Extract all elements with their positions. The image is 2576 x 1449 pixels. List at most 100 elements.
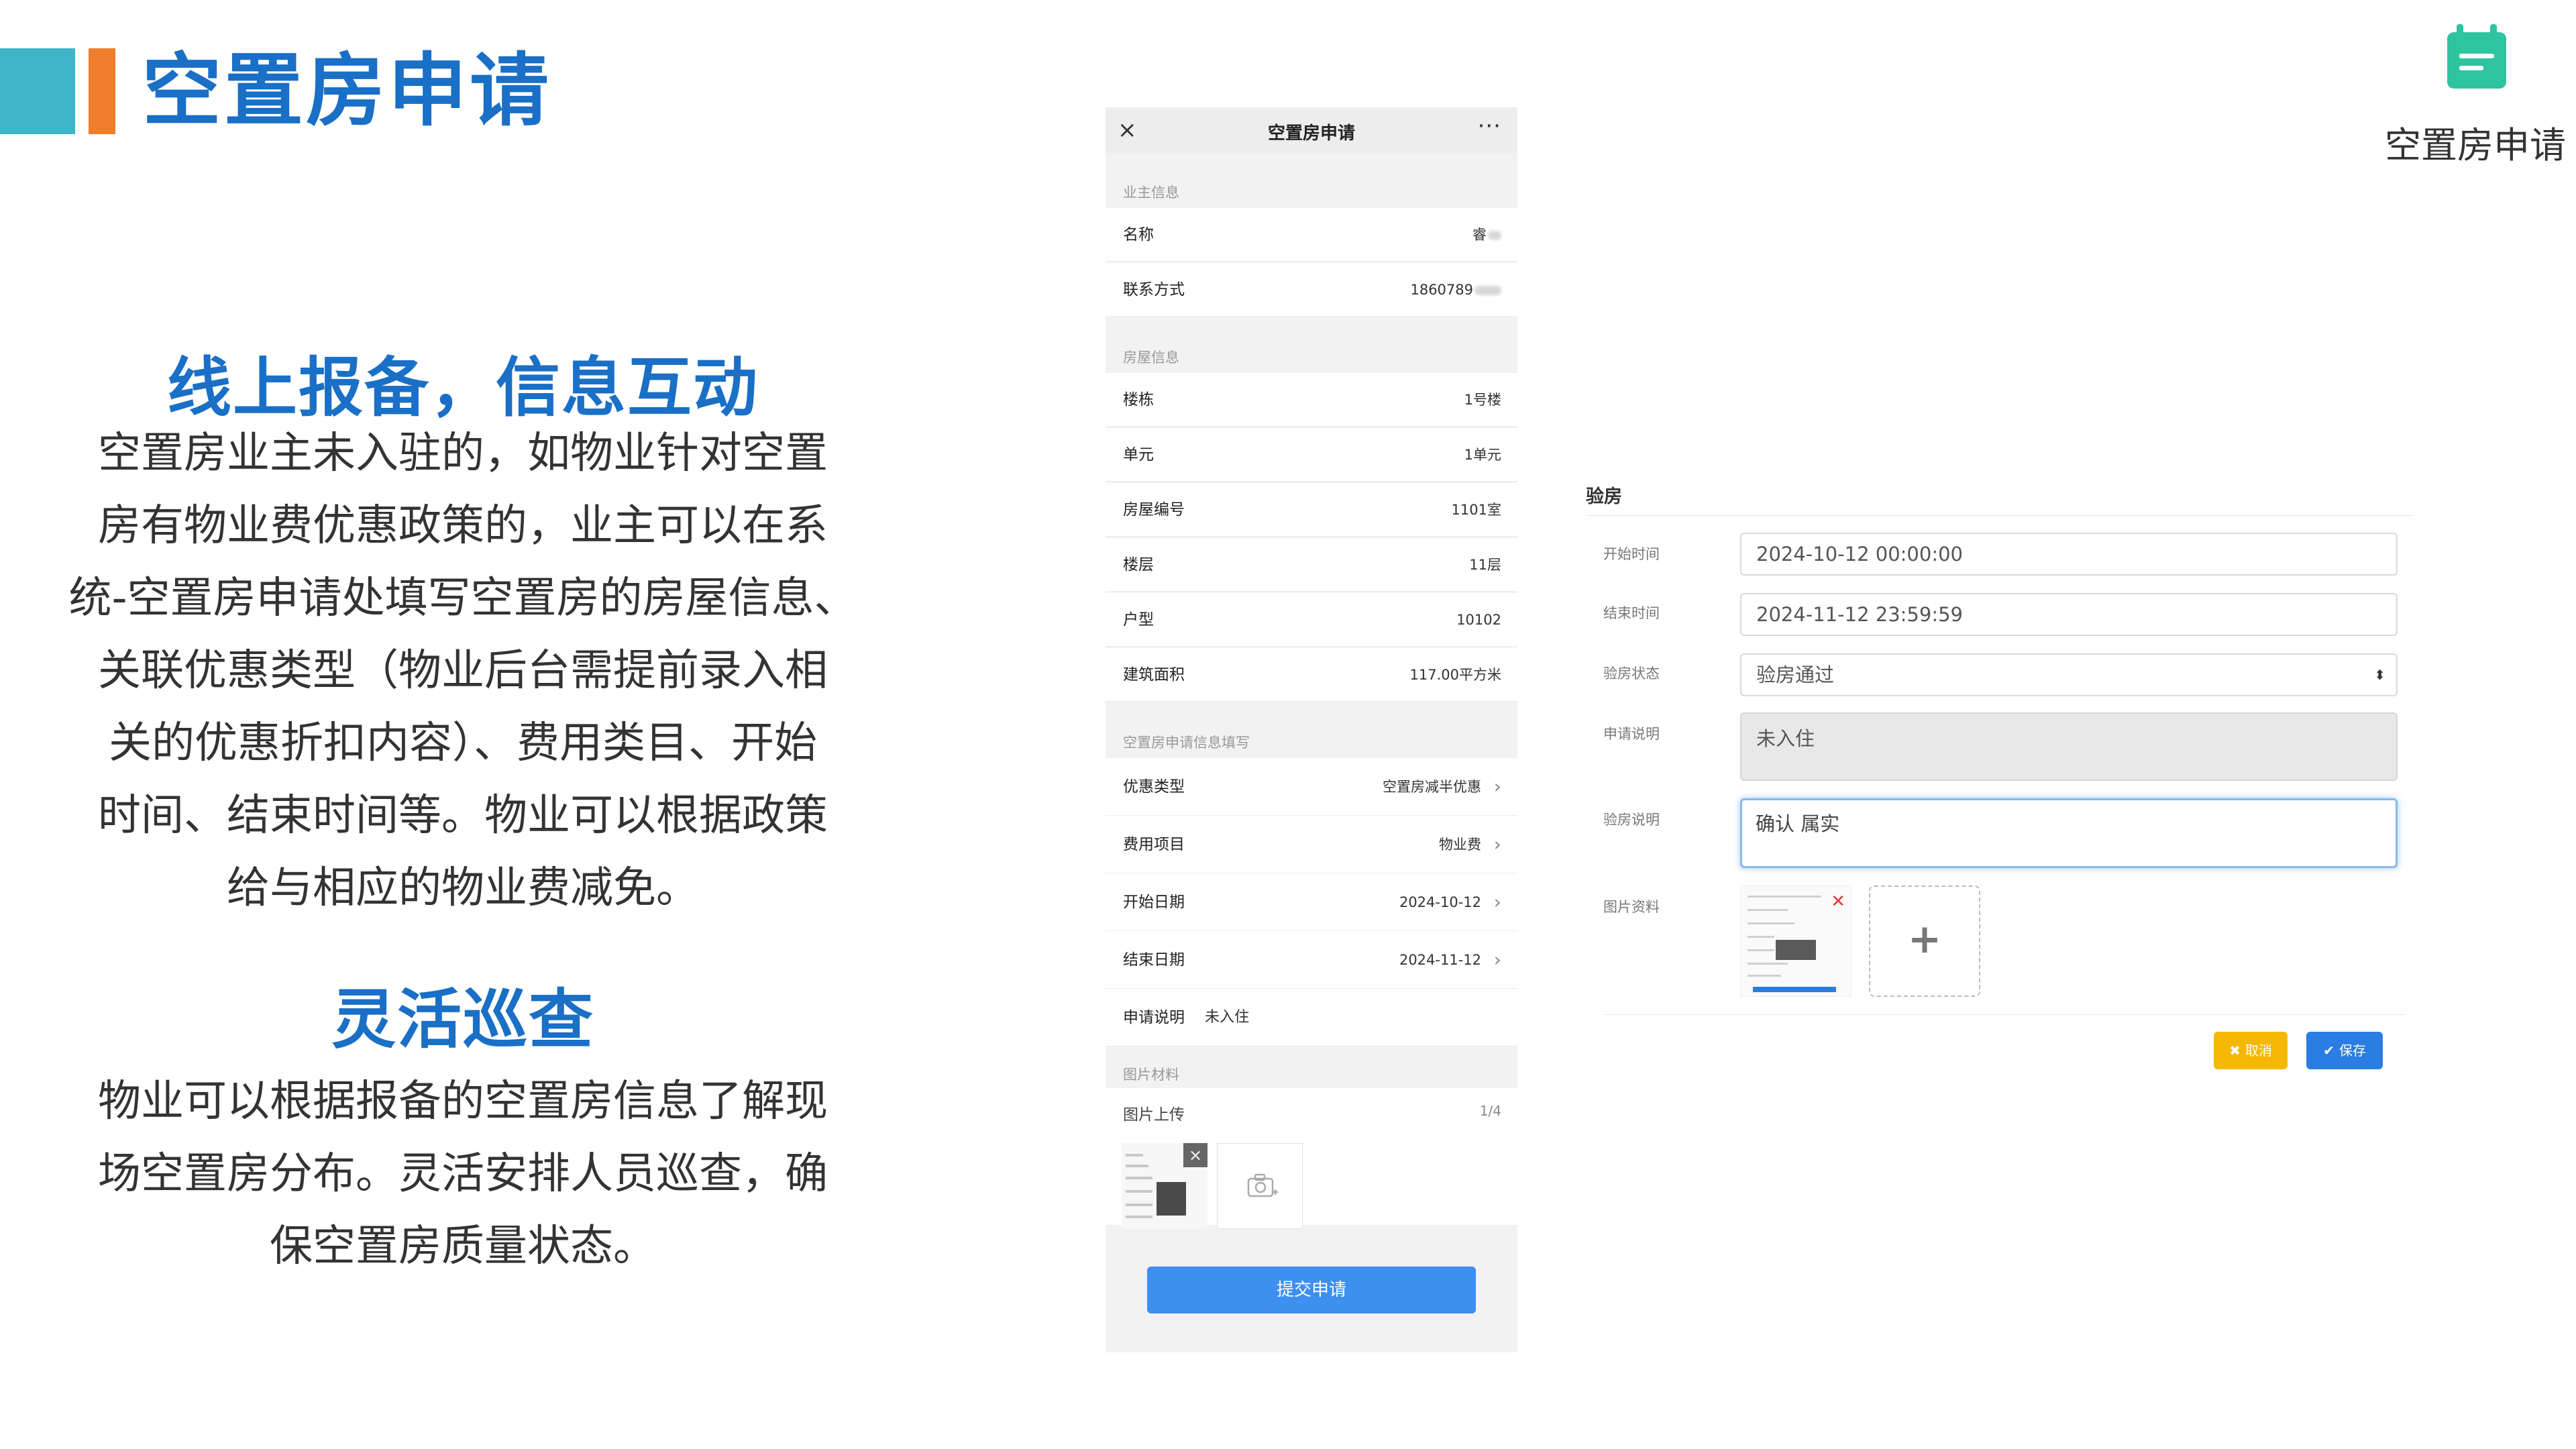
upload-label: 图片上传 xyxy=(1123,1106,1185,1124)
save-button[interactable]: ✔ 保存 xyxy=(2306,1032,2383,1069)
phone-label: 联系方式 xyxy=(1123,281,1185,299)
end-date-value: 2024-11-12 xyxy=(1399,952,1481,968)
unit-value: 1单元 xyxy=(1464,447,1501,463)
type-value: 10102 xyxy=(1456,612,1501,628)
fill-section-header: 空置房申请信息填写 xyxy=(1123,735,1250,751)
end-time-label: 结束时间 xyxy=(1603,605,1660,621)
floor-row: 楼层 11层 xyxy=(1106,538,1517,592)
section2-line: 保空置房质量状态。 xyxy=(270,1222,656,1271)
discount-row[interactable]: 优惠类型 空置房减半优惠 › xyxy=(1106,758,1517,816)
select-arrows-icon: ⬍ xyxy=(2374,667,2385,683)
fee-label: 费用项目 xyxy=(1123,836,1185,853)
remove-photo-icon[interactable]: ✕ xyxy=(1831,893,1845,910)
mobile-header: × 空置房申请 ··· xyxy=(1106,107,1517,153)
uploaded-photo-thumbnail[interactable]: × xyxy=(1122,1143,1208,1229)
inspect-desc-textarea[interactable]: 确认 属实 xyxy=(1740,798,2398,868)
room-label: 房屋编号 xyxy=(1123,501,1185,519)
end-date-row[interactable]: 结束日期 2024-11-12 › xyxy=(1106,931,1517,989)
section2-heading: 灵活巡查 xyxy=(331,982,594,1057)
start-time-label: 开始时间 xyxy=(1603,546,1660,562)
unit-label: 单元 xyxy=(1123,446,1154,464)
chevron-right-icon: › xyxy=(1493,833,1501,855)
mobile-header-title: 空置房申请 xyxy=(1267,123,1355,144)
status-select[interactable]: 验房通过 ⬍ xyxy=(1740,653,2398,696)
section1-line: 空置房业主未入驻的，如物业针对空置 xyxy=(98,429,828,478)
clipboard-icon xyxy=(2447,24,2506,89)
section1-line: 时间、结束时间等。物业可以根据政策 xyxy=(98,791,828,841)
chevron-right-icon: › xyxy=(1493,891,1501,913)
title-accent-bar-teal xyxy=(0,48,75,134)
unit-row: 单元 1单元 xyxy=(1106,428,1517,482)
start-time-input[interactable]: 2024-10-12 00:00:00 xyxy=(1740,533,2398,576)
add-photo-button[interactable] xyxy=(1217,1143,1303,1229)
phone-row: 联系方式 1860789 xyxy=(1106,263,1517,317)
plus-icon: + xyxy=(1907,916,1942,963)
chevron-right-icon: › xyxy=(1493,775,1501,798)
desc-row[interactable]: 申请说明 未入住 xyxy=(1106,989,1517,1046)
desc-label: 申请说明 xyxy=(1123,1009,1185,1026)
remove-photo-icon[interactable]: × xyxy=(1183,1143,1208,1167)
type-label: 户型 xyxy=(1123,611,1154,629)
section1-line: 关联优惠类型（物业后台需提前录入相 xyxy=(98,646,828,696)
photo-section-header: 图片材料 xyxy=(1123,1067,1179,1083)
phone-value: 1860789 xyxy=(1410,263,1501,317)
name-row: 名称 睿 xyxy=(1106,208,1517,262)
photos-label: 图片资料 xyxy=(1603,899,1660,915)
photo-upload-area: 图片上传 1/4 × xyxy=(1106,1088,1517,1229)
room-value: 1101室 xyxy=(1451,502,1501,518)
inspection-form-title: 验房 xyxy=(1586,486,1622,507)
section2-line: 场空置房分布。灵活安排人员巡查，确 xyxy=(98,1149,828,1199)
type-row: 户型 10102 xyxy=(1106,593,1517,647)
inspect-desc-label: 验房说明 xyxy=(1603,812,1660,828)
mobile-app-screen: × 空置房申请 ··· 业主信息 名称 睿 联系方式 1860789 房屋信息 … xyxy=(1106,107,1517,1352)
title-accent-bar-orange xyxy=(89,48,115,134)
fee-row[interactable]: 费用项目 物业费 › xyxy=(1106,816,1517,873)
end-date-label: 结束日期 xyxy=(1123,951,1185,969)
floor-label: 楼层 xyxy=(1123,556,1154,574)
section1-line: 房有物业费优惠政策的，业主可以在系 xyxy=(98,501,828,551)
uploaded-photo-thumbnail[interactable]: ✕ xyxy=(1740,885,1851,997)
section1-line: 关的优惠折扣内容）、费用类目、开始 xyxy=(109,718,817,768)
owner-section-header: 业主信息 xyxy=(1123,184,1179,201)
building-value: 1号楼 xyxy=(1464,392,1501,408)
area-row: 建筑面积 117.00平方米 xyxy=(1106,648,1517,702)
discount-label: 优惠类型 xyxy=(1123,778,1185,796)
building-row: 楼栋 1号楼 xyxy=(1106,373,1517,427)
end-time-input[interactable]: 2024-11-12 23:59:59 xyxy=(1740,593,2398,636)
area-value: 117.00平方米 xyxy=(1409,667,1501,683)
section2-line: 物业可以根据报备的空置房信息了解现 xyxy=(98,1077,828,1126)
section1-heading: 线上报备，信息互动 xyxy=(167,350,759,425)
checkmark-icon: ✔ xyxy=(2323,1042,2339,1059)
house-section-header: 房屋信息 xyxy=(1123,350,1179,366)
section1-body: 空置房业主未入驻的，如物业针对空置 房有物业费优惠政策的，业主可以在系 统-空置… xyxy=(27,417,899,924)
apply-desc-label: 申请说明 xyxy=(1603,726,1660,742)
start-date-row[interactable]: 开始日期 2024-10-12 › xyxy=(1106,873,1517,931)
apply-desc-textarea: 未入住 xyxy=(1740,712,2398,781)
area-label: 建筑面积 xyxy=(1123,666,1185,684)
name-value: 睿 xyxy=(1472,208,1501,262)
fee-value: 物业费 xyxy=(1439,837,1481,853)
room-row: 房屋编号 1101室 xyxy=(1106,483,1517,537)
upload-count: 1/4 xyxy=(1479,1103,1501,1119)
slide-title: 空置房申请 xyxy=(142,44,552,137)
section1-line: 给与相应的物业费减免。 xyxy=(227,863,699,913)
close-icon: ✖ xyxy=(2229,1042,2245,1059)
start-date-label: 开始日期 xyxy=(1123,894,1185,911)
section2-body: 物业可以根据报备的空置房信息了解现 场空置房分布。灵活安排人员巡查，确 保空置房… xyxy=(27,1065,899,1283)
chevron-right-icon: › xyxy=(1493,949,1501,971)
submit-application-button[interactable]: 提交申请 xyxy=(1147,1267,1476,1313)
desc-input[interactable]: 未入住 xyxy=(1205,989,1249,1046)
title-divider xyxy=(1586,515,2412,516)
start-date-value: 2024-10-12 xyxy=(1399,894,1481,910)
add-photo-button[interactable]: + xyxy=(1869,885,1980,997)
floor-value: 11层 xyxy=(1469,557,1501,573)
status-select-value: 验房通过 xyxy=(1756,663,1835,686)
name-label: 名称 xyxy=(1123,226,1154,244)
camera-icon xyxy=(1247,1173,1278,1197)
cancel-button[interactable]: ✖ 取消 xyxy=(2214,1032,2288,1069)
icon-label: 空置房申请 xyxy=(2385,124,2566,166)
building-label: 楼栋 xyxy=(1123,391,1154,409)
form-divider xyxy=(1603,1014,2406,1015)
more-options-icon[interactable]: ··· xyxy=(1478,113,1501,140)
status-label: 验房状态 xyxy=(1603,665,1660,682)
